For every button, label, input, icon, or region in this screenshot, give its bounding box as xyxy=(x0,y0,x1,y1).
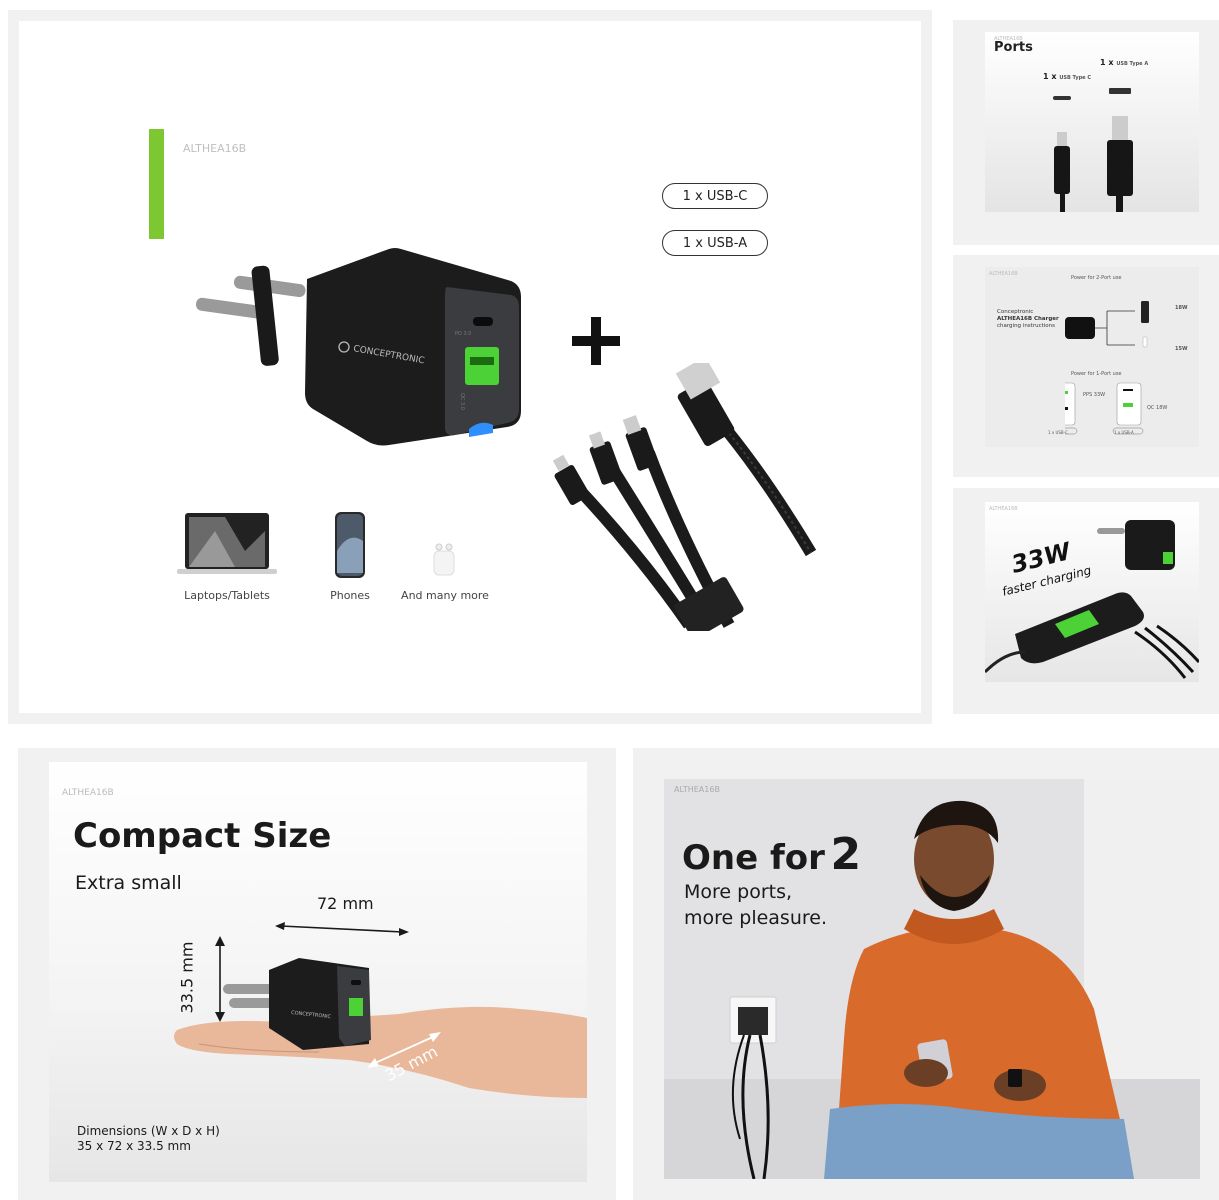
many-more-label: And many more xyxy=(401,589,489,602)
laptops-label: Laptops/Tablets xyxy=(184,589,270,602)
accent-bar xyxy=(149,129,164,239)
port-connectors-image xyxy=(1053,88,1133,212)
one-for-two-title: One for 2 xyxy=(682,829,862,880)
charger-image: CONCEPTRONIC PD 3.0 QC 3.0 xyxy=(195,248,521,446)
thumbnail-33w-image[interactable]: ALTHEA16B 33W faster charging xyxy=(985,502,1199,682)
one-for-two-panel: ALTHEA16B One for 2 More ports, more ple… xyxy=(633,748,1219,1200)
compact-size-canvas: ALTHEA16B Compact Size Extra small 72 mm… xyxy=(49,762,587,1182)
thumbnail-instructions-image[interactable]: ALTHEA16B Power for 2-Port use Conceptro… xyxy=(985,267,1199,447)
plus-icon xyxy=(572,317,620,365)
usb-a-pill: 1 x USB-A xyxy=(662,230,768,256)
thumbnail-ports[interactable]: ALTHEA16B Ports 1 x USB Type C 1 x USB T… xyxy=(953,20,1219,245)
phones-label: Phones xyxy=(330,589,370,602)
width-label: 72 mm xyxy=(317,894,374,913)
model-label: ALTHEA16B xyxy=(183,142,247,155)
one-model-label: ALTHEA16B xyxy=(674,785,720,794)
earbuds-icon xyxy=(433,543,455,576)
phone-icon xyxy=(335,512,365,578)
compact-title: Compact Size xyxy=(73,816,332,856)
33w-product-image xyxy=(985,520,1199,679)
ports-title: Ports xyxy=(994,40,1033,55)
compact-subtitle: Extra small xyxy=(75,872,182,894)
compact-size-panel: ALTHEA16B Compact Size Extra small 72 mm… xyxy=(18,748,616,1200)
usb-c-pill: 1 x USB-C xyxy=(662,183,768,209)
svg-text:PD 3.0: PD 3.0 xyxy=(455,331,471,337)
cable-image xyxy=(552,363,817,631)
thumbnail-instructions[interactable]: ALTHEA16B Power for 2-Port use Conceptro… xyxy=(953,255,1219,477)
svg-text:QC 3.0: QC 3.0 xyxy=(459,393,465,410)
laptop-icon xyxy=(177,513,277,574)
thumbnail-33w[interactable]: ALTHEA16B 33W faster charging xyxy=(953,488,1219,714)
product-overview-panel: ALTHEA16B CONCEPTRONIC PD 3.0 QC 3.0 1 x… xyxy=(8,10,932,724)
product-overview-canvas: ALTHEA16B CONCEPTRONIC PD 3.0 QC 3.0 1 x… xyxy=(19,21,921,713)
one-for-two-subtitle: More ports, more pleasure. xyxy=(684,881,827,929)
compact-model-label: ALTHEA16B xyxy=(62,788,114,798)
dimensions-text: Dimensions (W x D x H) 35 x 72 x 33.5 mm xyxy=(77,1124,220,1153)
width-arrow xyxy=(275,922,409,936)
thumbnail-ports-image[interactable]: ALTHEA16B Ports 1 x USB Type C 1 x USB T… xyxy=(985,32,1199,212)
one-for-two-canvas: ALTHEA16B One for 2 More ports, more ple… xyxy=(664,779,1200,1179)
